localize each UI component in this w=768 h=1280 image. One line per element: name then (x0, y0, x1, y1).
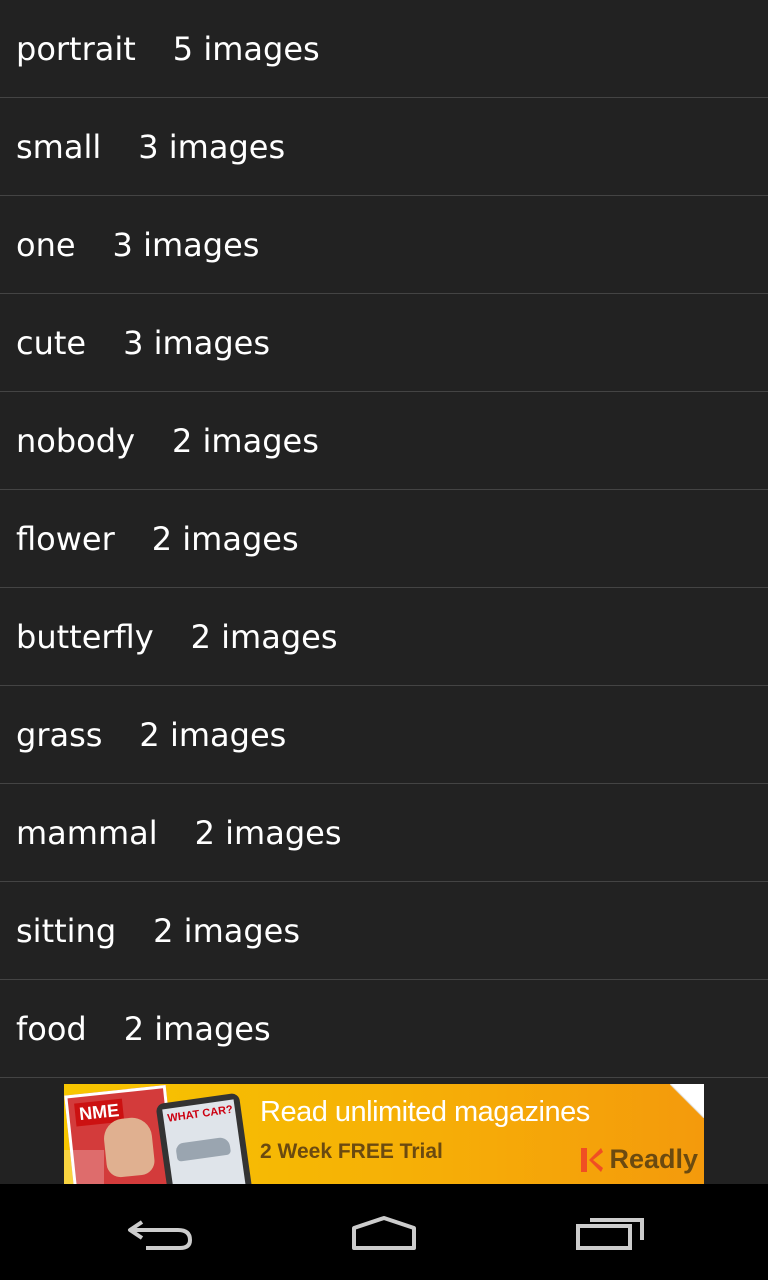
image-count: 2 images (123, 1009, 271, 1048)
readly-logo-icon (581, 1147, 604, 1172)
list-item[interactable]: one 3 images (0, 196, 768, 294)
ad-headline: Read unlimited magazines (260, 1096, 590, 1128)
page-curl-icon (670, 1084, 704, 1118)
tablet-image: WHAT CAR? (155, 1092, 253, 1184)
tag-name: flower (16, 519, 115, 558)
image-count: 2 images (153, 911, 301, 950)
recent-apps-button[interactable] (562, 1208, 658, 1256)
tag-name: food (16, 1009, 87, 1048)
tag-name: grass (16, 715, 103, 754)
list-item[interactable]: small 3 images (0, 98, 768, 196)
tag-list-screen: portrait 5 images small 3 images one 3 i… (0, 0, 768, 1280)
ad-subline: 2 Week FREE Trial (260, 1140, 443, 1163)
list-item[interactable]: cute 3 images (0, 294, 768, 392)
car-image (175, 1136, 232, 1162)
tag-name: cute (16, 323, 87, 362)
list-item[interactable]: nobody 2 images (0, 392, 768, 490)
recent-apps-icon (576, 1218, 644, 1250)
tag-name: small (16, 127, 102, 166)
tablet-magazine-logo: WHAT CAR? (166, 1103, 234, 1125)
tag-name: nobody (16, 421, 135, 460)
back-icon (128, 1220, 193, 1250)
list-item[interactable]: mammal 2 images (0, 784, 768, 882)
home-button[interactable] (336, 1208, 432, 1256)
image-count: 2 images (151, 519, 299, 558)
ad-brand-name: Readly (609, 1144, 698, 1174)
list-item[interactable]: butterfly 2 images (0, 588, 768, 686)
tag-name: portrait (16, 29, 136, 68)
system-navigation-bar (0, 1184, 768, 1280)
list-item[interactable]: portrait 5 images (0, 0, 768, 98)
ad-choices-icon[interactable] (64, 1150, 104, 1184)
tag-list: portrait 5 images small 3 images one 3 i… (0, 0, 768, 1078)
image-count: 3 images (138, 127, 286, 166)
home-icon (352, 1216, 416, 1250)
image-count: 3 images (112, 225, 260, 264)
ad-banner[interactable]: NME WHAT CAR? Read unlimited magazines 2… (64, 1084, 704, 1184)
tablet-screen: WHAT CAR? (162, 1099, 246, 1184)
tag-name: sitting (16, 911, 117, 950)
image-count: 5 images (172, 29, 320, 68)
ad-container: NME WHAT CAR? Read unlimited magazines 2… (0, 1078, 768, 1184)
tag-name: one (16, 225, 76, 264)
list-item[interactable]: grass 2 images (0, 686, 768, 784)
tag-name: mammal (16, 813, 158, 852)
image-count: 2 images (172, 421, 319, 460)
image-count: 2 images (194, 813, 342, 852)
ad-brand: Readly (581, 1144, 698, 1175)
list-item[interactable]: food 2 images (0, 980, 768, 1078)
list-item[interactable]: sitting 2 images (0, 882, 768, 980)
image-count: 3 images (123, 323, 270, 362)
image-count: 2 images (190, 617, 338, 656)
tag-name: butterfly (16, 617, 154, 656)
back-button[interactable] (112, 1208, 208, 1256)
cover-face-image (102, 1115, 156, 1179)
image-count: 2 images (139, 715, 287, 754)
list-item[interactable]: flower 2 images (0, 490, 768, 588)
